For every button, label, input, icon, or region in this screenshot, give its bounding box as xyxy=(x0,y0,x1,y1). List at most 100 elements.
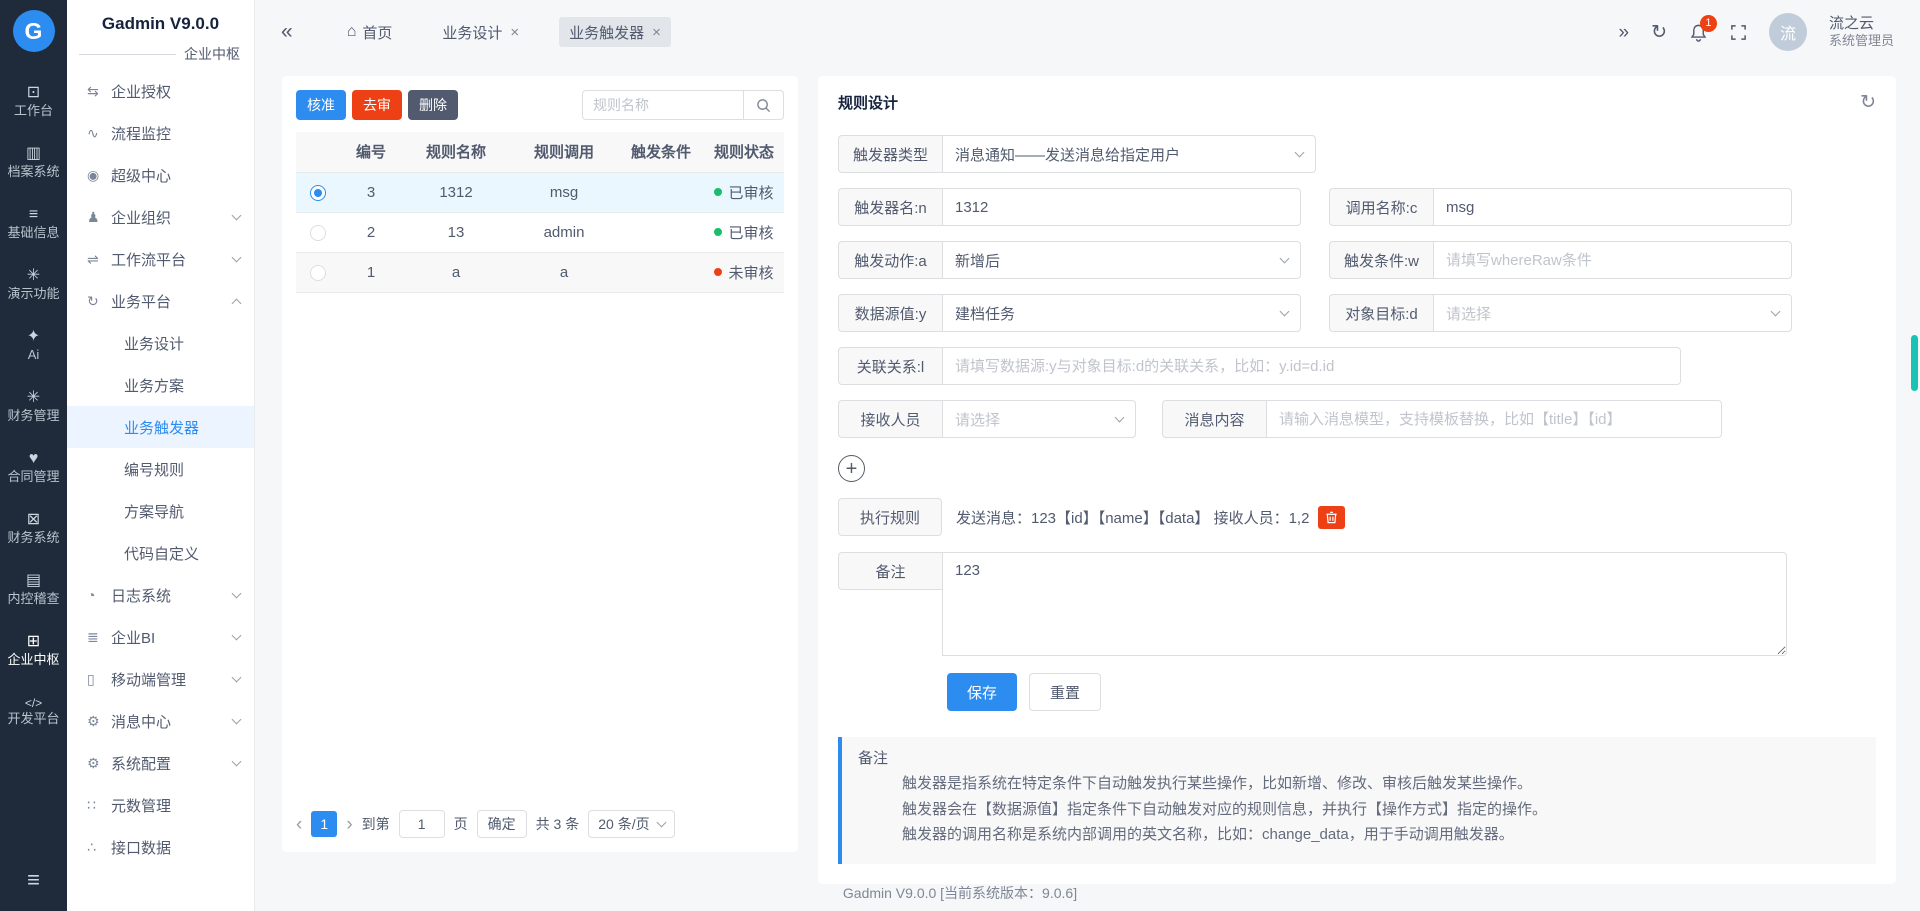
menu-toggle-icon[interactable]: ≡ xyxy=(27,867,40,893)
prev-page-button[interactable]: ‹ xyxy=(296,815,302,834)
rail-item-contract-mgmt[interactable]: ♥合同管理 xyxy=(0,436,67,497)
refresh-panel-icon[interactable]: ↻ xyxy=(1860,93,1876,112)
sidebar-item-enterprise-bi[interactable]: ≣企业BI xyxy=(67,616,254,658)
message-input[interactable] xyxy=(1279,411,1709,428)
data-source-select[interactable]: 建档任务 xyxy=(942,294,1301,332)
sidebar-item-log-system[interactable]: ◔日志系统 xyxy=(67,574,254,616)
row-radio[interactable] xyxy=(310,225,326,241)
save-button[interactable]: 保存 xyxy=(947,673,1017,711)
add-rule-button[interactable]: + xyxy=(838,455,865,482)
app-logo[interactable]: G xyxy=(13,10,55,52)
code-icon: </> xyxy=(25,697,42,709)
rail-item-label: 财务管理 xyxy=(7,409,59,422)
user-avatar[interactable]: 流 xyxy=(1769,13,1807,51)
collapse-sidebar-icon[interactable]: « xyxy=(281,20,293,44)
fullscreen-icon[interactable] xyxy=(1730,24,1747,41)
rail-item-base-info[interactable]: ≡基础信息 xyxy=(0,192,67,253)
rail-item-finance-mgmt[interactable]: ✳财务管理 xyxy=(0,375,67,436)
table-row[interactable]: 3 1312 msg 已审核 xyxy=(296,172,784,212)
trigger-type-group: 触发器类型 消息通知——发送消息给指定用户 xyxy=(838,135,1316,173)
topbar: « ⌂首页 业务设计× 业务触发器 × » ↻ 1 流 流之云 系统管理员 xyxy=(255,0,1920,64)
tab-home[interactable]: ⌂首页 xyxy=(337,17,403,47)
tab-business-design[interactable]: 业务设计× xyxy=(432,17,529,47)
row-radio[interactable] xyxy=(310,265,326,281)
call-name-input[interactable] xyxy=(1446,199,1779,216)
reset-button[interactable]: 重置 xyxy=(1029,673,1101,711)
delete-button[interactable]: 删除 xyxy=(408,90,458,120)
next-page-button[interactable]: › xyxy=(346,815,352,834)
close-tab-icon[interactable]: × xyxy=(510,24,519,41)
rail-item-finance-system[interactable]: ⊠财务系统 xyxy=(0,497,67,558)
sidebar-item-metadata-mgmt[interactable]: ∷元数管理 xyxy=(67,784,254,826)
tab-label: 业务触发器 xyxy=(569,22,644,43)
sidebar-item-business-plan[interactable]: 业务方案 xyxy=(67,364,254,406)
search-button[interactable] xyxy=(744,90,784,120)
scrollbar-thumb[interactable] xyxy=(1911,335,1918,391)
sidebar-item-system-config[interactable]: ⚙系统配置 xyxy=(67,742,254,784)
call-name-group: 调用名称:c xyxy=(1329,188,1792,226)
sidebar-item-business-platform[interactable]: ↻业务平台 xyxy=(67,280,254,322)
selected-value: 建档任务 xyxy=(955,303,1015,324)
search-input[interactable] xyxy=(582,90,744,120)
relation-input[interactable] xyxy=(955,358,1668,375)
target-select[interactable]: 请选择 xyxy=(1433,294,1792,332)
sidebar-item-super-center[interactable]: ◉超级中心 xyxy=(67,154,254,196)
submenu-label: 方案导航 xyxy=(124,501,184,522)
refresh-icon[interactable]: ↻ xyxy=(1651,23,1667,42)
tab-business-trigger[interactable]: 业务触发器 × xyxy=(559,17,671,47)
app-title: Gadmin V9.0.0 xyxy=(67,0,254,34)
sidebar-item-business-design[interactable]: 业务设计 xyxy=(67,322,254,364)
page-1-button[interactable]: 1 xyxy=(311,811,337,837)
user-info[interactable]: 流之云 系统管理员 xyxy=(1829,15,1894,50)
cell-name: 13 xyxy=(402,212,510,252)
row-radio-selected[interactable] xyxy=(310,185,326,201)
table-row[interactable]: 2 13 admin 已审核 xyxy=(296,212,784,252)
expand-tabs-icon[interactable]: » xyxy=(1618,23,1629,42)
rail-item-enterprise-hub[interactable]: ⊞企业中枢 xyxy=(0,619,67,680)
sidebar-item-number-rules[interactable]: 编号规则 xyxy=(67,448,254,490)
remark-textarea[interactable]: 123 xyxy=(942,552,1787,656)
trigger-type-select[interactable]: 消息通知——发送消息给指定用户 xyxy=(942,135,1316,173)
rail-item-demo-features[interactable]: ✳演示功能 xyxy=(0,253,67,314)
page-jump-input[interactable] xyxy=(399,810,445,838)
trigger-condition-group: 触发条件:w xyxy=(1329,241,1792,279)
page-size-select[interactable]: 20 条/页 xyxy=(588,810,674,838)
sidebar-item-process-monitor[interactable]: ∿流程监控 xyxy=(67,112,254,154)
chart-icon: ≣ xyxy=(87,629,111,646)
sidebar-item-enterprise-auth[interactable]: ⇆企业授权 xyxy=(67,70,254,112)
sidebar-item-message-center[interactable]: ⚙消息中心 xyxy=(67,700,254,742)
trigger-name-input[interactable] xyxy=(955,199,1288,216)
receivers-label: 接收人员 xyxy=(838,400,942,438)
sidebar-item-code-custom[interactable]: 代码自定义 xyxy=(67,532,254,574)
receivers-select[interactable]: 请选择 xyxy=(942,400,1136,438)
status-badge: 已审核 xyxy=(728,185,773,202)
rail-item-ai[interactable]: ✦Ai xyxy=(0,314,67,375)
unapprove-button[interactable]: 去审 xyxy=(352,90,402,120)
sidebar-item-workflow-platform[interactable]: ⇌工作流平台 xyxy=(67,238,254,280)
target-icon: ◉ xyxy=(87,167,111,184)
submenu-label: 业务方案 xyxy=(124,375,184,396)
rail-item-internal-audit[interactable]: ▤内控稽查 xyxy=(0,558,67,619)
confirm-page-button[interactable]: 确定 xyxy=(477,810,527,838)
rail-item-archive-system[interactable]: ▥档案系统 xyxy=(0,131,67,192)
approve-button[interactable]: 核准 xyxy=(296,90,346,120)
trigger-condition-input[interactable] xyxy=(1446,252,1779,269)
sidebar-item-plan-nav[interactable]: 方案导航 xyxy=(67,490,254,532)
col-header-name: 规则名称 xyxy=(402,132,510,172)
rail-item-workbench[interactable]: ⊡工作台 xyxy=(0,70,67,131)
status-badge: 未审核 xyxy=(728,265,773,282)
list-icon: ≡ xyxy=(29,207,38,223)
notifications-bell-icon[interactable]: 1 xyxy=(1689,23,1708,42)
trigger-action-select[interactable]: 新增后 xyxy=(942,241,1301,279)
table-row[interactable]: 1 a a 未审核 xyxy=(296,252,784,292)
cell-status: 未审核 xyxy=(704,252,784,292)
delete-rule-button[interactable] xyxy=(1318,506,1345,529)
sidebar-item-api-data[interactable]: ∴接口数据 xyxy=(67,826,254,868)
sidebar-item-business-trigger[interactable]: 业务触发器 xyxy=(67,406,254,448)
menu-label: 流程监控 xyxy=(111,123,171,144)
rail-item-dev-platform[interactable]: </>开发平台 xyxy=(0,680,67,741)
sidebar-item-enterprise-org[interactable]: ♟企业组织 xyxy=(67,196,254,238)
close-tab-icon[interactable]: × xyxy=(652,24,661,41)
sidebar-item-mobile-mgmt[interactable]: ▯移动端管理 xyxy=(67,658,254,700)
cell-condition xyxy=(618,172,704,212)
